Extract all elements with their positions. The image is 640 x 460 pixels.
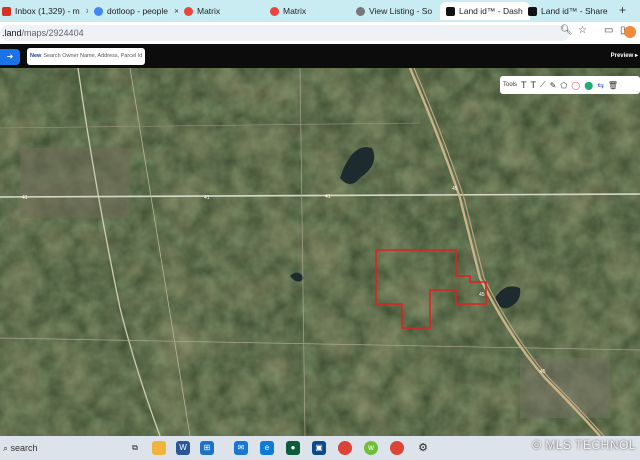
browser-tab-strip: Inbox (1,329) - m × dotloop - people × M…	[0, 0, 640, 22]
marker-tool-icon[interactable]: ⬤	[584, 81, 593, 90]
text-tool-icon[interactable]: T	[521, 80, 527, 90]
url-path: /maps/2924404	[21, 28, 84, 38]
map-canvas[interactable]: 41 41 41 45 45 45	[0, 68, 640, 436]
task-view-icon[interactable]: ⧉	[128, 441, 142, 455]
tab-dotloop[interactable]: dotloop - people ×	[94, 2, 178, 20]
road-label: 41	[22, 195, 28, 201]
tab-label: Inbox (1,329) - m	[15, 6, 80, 16]
dotloop-icon	[94, 6, 103, 16]
close-icon[interactable]: ×	[86, 6, 88, 16]
gmail-icon	[2, 6, 11, 16]
road-label: 45	[452, 186, 458, 192]
close-icon[interactable]: ×	[174, 6, 178, 16]
landid-icon	[446, 6, 455, 16]
measure-tool-icon[interactable]: ⇆	[597, 81, 604, 90]
road-label: 41	[204, 195, 210, 201]
tab-label: Land id™ - Share	[541, 6, 608, 16]
tools-label: Tools	[503, 82, 518, 88]
preview-button[interactable]: Preview ▸	[611, 52, 638, 59]
address-bar: .land/maps/2924404 🔍︎ ☆ ▭ ▯	[0, 22, 640, 45]
tab-landid-dashboard[interactable]: Land id™ - Dash ×	[440, 2, 530, 20]
bookmark-star-icon[interactable]: ☆	[578, 25, 587, 36]
windows-icon[interactable]: ⊞	[200, 441, 214, 455]
town-area	[520, 358, 610, 418]
url-field[interactable]: .land/maps/2924404	[0, 25, 570, 41]
tab-label: Land id™ - Dash	[459, 6, 523, 16]
landid-icon	[528, 6, 537, 16]
app-toolbar: ➜ New Search Owner Name, Address, Parcel …	[0, 44, 640, 68]
circle-tool-icon[interactable]: ◯	[571, 81, 580, 90]
app-icon[interactable]: ▣	[312, 441, 326, 455]
search-icon: ⌕	[3, 443, 11, 453]
tab-matrix-1[interactable]: Matrix	[184, 2, 264, 20]
app-icon[interactable]: ●	[286, 441, 300, 455]
tab-label: Matrix	[283, 6, 307, 16]
road-label: 45	[479, 292, 485, 298]
app-icon[interactable]: w	[364, 441, 378, 455]
matrix-icon	[184, 6, 193, 16]
tab-matrix-2[interactable]: Matrix	[270, 2, 350, 20]
zoom-icon[interactable]: 🔍︎	[560, 25, 573, 36]
tab-label: dotloop - people	[107, 6, 168, 16]
cast-icon[interactable]: ▭	[604, 25, 613, 36]
tab-label: View Listing - So	[369, 6, 433, 16]
taskbar-search-box[interactable]: ⌕ search	[0, 436, 122, 460]
line-tool-icon[interactable]: ⟋	[540, 80, 546, 90]
search-placeholder: Search Owner Name, Address, Parcel Id	[43, 53, 143, 59]
owner-search-input[interactable]: New Search Owner Name, Address, Parcel Id	[27, 48, 145, 65]
edge-icon[interactable]: e	[260, 441, 274, 455]
road-label: 41	[325, 194, 331, 200]
label-tool-icon[interactable]: T	[531, 80, 537, 90]
chrome-icon[interactable]	[390, 441, 404, 455]
chrome-icon[interactable]	[338, 441, 352, 455]
tab-view-listing[interactable]: View Listing - So	[356, 2, 436, 20]
town-area	[20, 148, 130, 218]
new-tab-button[interactable]: +	[619, 3, 626, 17]
word-icon[interactable]: W	[176, 441, 190, 455]
satellite-map[interactable]: 41 41 41 45 45 45 Tools T T ⟋ ✎ ⬠ ◯ ⬤ ⇆ …	[0, 68, 640, 436]
settings-gear-icon[interactable]: ⚙	[416, 441, 430, 455]
search-new-badge: New	[30, 53, 42, 59]
tab-landid-share[interactable]: Land id™ - Share ×	[528, 2, 608, 20]
pencil-icon[interactable]: ✎	[550, 81, 557, 90]
globe-icon	[356, 6, 365, 16]
profile-avatar[interactable]	[624, 26, 636, 38]
tab-gmail[interactable]: Inbox (1,329) - m ×	[2, 2, 88, 20]
taskbar-search-label: search	[10, 443, 38, 453]
mls-watermark: © MLS TECHNOL	[532, 438, 636, 452]
matrix-icon	[270, 6, 279, 16]
polygon-tool-icon[interactable]: ⬠	[560, 81, 567, 90]
delete-icon[interactable]: 🗑︎	[608, 81, 618, 90]
file-explorer-icon[interactable]	[152, 441, 166, 455]
road-label: 45	[540, 369, 546, 375]
tab-label: Matrix	[197, 6, 221, 16]
map-tools-bar: Tools T T ⟋ ✎ ⬠ ◯ ⬤ ⇆ 🗑︎	[500, 76, 640, 94]
url-host: .land	[2, 28, 22, 38]
nav-arrow-button[interactable]: ➜	[0, 49, 20, 65]
mail-icon[interactable]: ✉	[234, 441, 248, 455]
